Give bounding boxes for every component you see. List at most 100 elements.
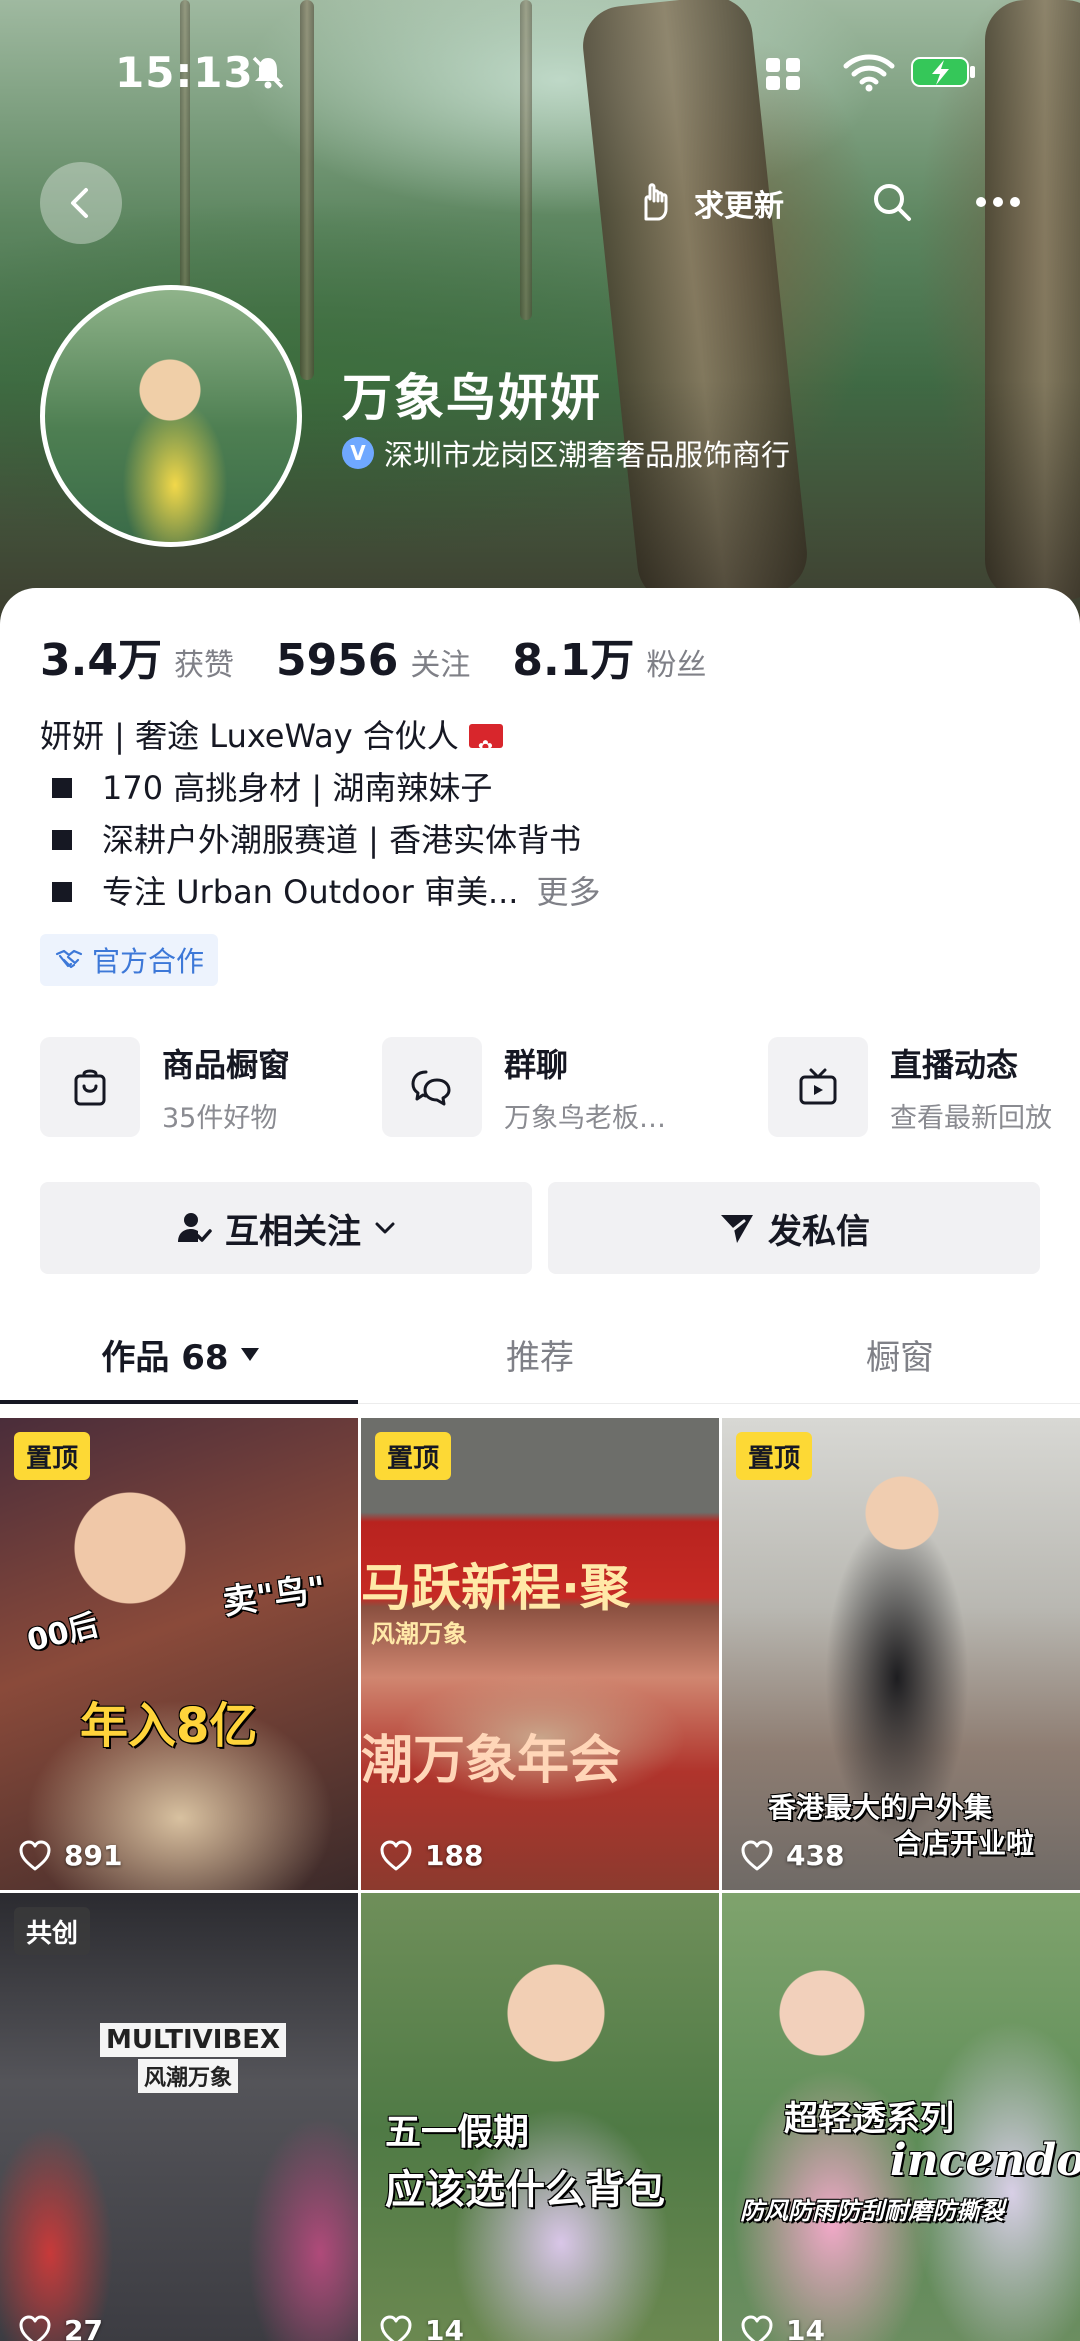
entry-live-title: 直播动态 bbox=[890, 1045, 1019, 1084]
profile-bio[interactable]: 妍妍 | 奢途 LuxeWay 合伙人 170 高挑身材 | 湖南辣妹子 深耕户… bbox=[40, 710, 1040, 918]
heart-icon bbox=[741, 2315, 773, 2341]
poke-hand-icon bbox=[644, 183, 668, 221]
co-creation-badge: 共创 bbox=[14, 1907, 91, 1955]
profile-entries: 商品橱窗 35件好物 群聊 万象鸟老板… 直播动态 查看最新回放 bbox=[40, 1032, 1080, 1142]
entry-shop-title: 商品橱窗 bbox=[162, 1045, 291, 1084]
video-caption: 00后 bbox=[23, 1607, 102, 1660]
tab-showcase-label: 橱窗 bbox=[866, 1337, 934, 1378]
tab-recommend[interactable]: 推荐 bbox=[360, 1304, 720, 1404]
tab-works-label: 作品 68 bbox=[101, 1337, 229, 1378]
profile-actions: 互相关注 发私信 bbox=[40, 1182, 1040, 1274]
official-cooperation-label: 官方合作 bbox=[92, 945, 205, 978]
active-tab-indicator bbox=[0, 1400, 358, 1404]
video-caption: incendo bbox=[890, 2135, 1080, 2186]
video-caption: 合店开业啦 bbox=[894, 1827, 1035, 1860]
entry-live-updates[interactable]: 直播动态 查看最新回放 bbox=[768, 1032, 1052, 1142]
heart-icon bbox=[380, 1840, 412, 1870]
video-thumbnail[interactable]: 置顶 马跃新程·聚 风潮万象 潮万象年会 188 bbox=[361, 1418, 719, 1890]
heart-icon bbox=[741, 1840, 773, 1870]
chevron-down-icon bbox=[375, 1222, 395, 1234]
entry-shop-window[interactable]: 商品橱窗 35件好物 bbox=[40, 1032, 290, 1142]
video-thumbnail[interactable]: 置顶 00后 卖"鸟" 年入8亿 891 bbox=[0, 1418, 358, 1890]
video-caption: MULTIVIBEX bbox=[100, 2023, 287, 2057]
video-likes: 14 bbox=[740, 2314, 825, 2341]
bio-line: 专注 Urban Outdoor 审美... 更多 bbox=[40, 866, 1040, 918]
video-caption: 风潮万象 bbox=[371, 1620, 467, 1648]
bio-line-1: 妍妍 | 奢途 LuxeWay 合伙人 bbox=[40, 717, 459, 755]
tab-works[interactable]: 作品 68 bbox=[0, 1304, 360, 1404]
bio-more-link[interactable]: 更多 bbox=[536, 866, 600, 918]
back-button[interactable] bbox=[40, 162, 122, 244]
request-update-button[interactable]: 求更新 bbox=[612, 164, 812, 242]
video-likes: 14 bbox=[379, 2314, 464, 2341]
bio-line-2: 170 高挑身材 | 湖南辣妹子 bbox=[102, 769, 493, 807]
mutual-follow-button[interactable]: 互相关注 bbox=[40, 1182, 532, 1274]
content-tabs: 作品 68 推荐 橱窗 bbox=[0, 1304, 1080, 1404]
pinned-badge: 置顶 bbox=[14, 1432, 91, 1480]
status-bar: 15:13 bbox=[0, 40, 1080, 110]
video-caption: 五一假期 bbox=[385, 2112, 530, 2153]
pinned-badge: 置顶 bbox=[375, 1432, 452, 1480]
hong-kong-flag-icon bbox=[468, 722, 503, 774]
stat-following[interactable]: 5956 关注 bbox=[276, 635, 470, 686]
bio-line-3: 深耕户外潮服赛道 | 香港实体背书 bbox=[102, 821, 582, 859]
entry-group-chat[interactable]: 群聊 万象鸟老板… bbox=[382, 1032, 666, 1142]
video-caption: 马跃新程·聚 bbox=[361, 1559, 630, 1617]
video-likes: 27 bbox=[18, 2314, 103, 2341]
stat-followers[interactable]: 8.1万 粉丝 bbox=[512, 624, 706, 688]
bio-line-4: 专注 Urban Outdoor 审美... bbox=[102, 873, 519, 911]
profile-stats: 3.4万 获赞 5956 关注 8.1万 粉丝 bbox=[40, 624, 748, 688]
tv-icon bbox=[799, 1068, 837, 1105]
caret-down-icon bbox=[240, 1347, 259, 1361]
chevron-left-icon bbox=[71, 188, 88, 218]
stat-likes[interactable]: 3.4万 获赞 bbox=[40, 624, 234, 688]
video-likes: 188 bbox=[379, 1839, 483, 1872]
handshake-icon bbox=[55, 949, 83, 969]
video-caption: 风潮万象 bbox=[138, 2059, 239, 2093]
tab-showcase[interactable]: 橱窗 bbox=[720, 1304, 1080, 1404]
bullet-square-icon bbox=[52, 830, 72, 850]
wifi-icon bbox=[843, 54, 895, 92]
more-options-button[interactable] bbox=[958, 162, 1038, 242]
bullet-square-icon bbox=[52, 778, 72, 798]
entry-live-subtitle: 查看最新回放 bbox=[890, 1102, 1052, 1134]
search-icon bbox=[874, 184, 911, 221]
verified-icon: V bbox=[342, 437, 374, 469]
heart-icon bbox=[19, 1840, 51, 1870]
video-thumbnail[interactable]: 五一假期 应该选什么背包 14 bbox=[361, 1893, 719, 2341]
mutual-follow-label: 互相关注 bbox=[225, 1211, 361, 1252]
like-count: 27 bbox=[64, 2314, 103, 2341]
stat-following-label: 关注 bbox=[410, 648, 471, 683]
stat-followers-label: 粉丝 bbox=[646, 648, 707, 683]
send-message-button[interactable]: 发私信 bbox=[548, 1182, 1040, 1274]
search-button[interactable] bbox=[852, 162, 932, 242]
avatar[interactable] bbox=[40, 285, 302, 547]
tab-recommend-label: 推荐 bbox=[506, 1337, 574, 1378]
like-count: 891 bbox=[64, 1839, 123, 1872]
video-thumbnail[interactable]: 共创 MULTIVIBEX 风潮万象 27 bbox=[0, 1893, 358, 2341]
video-thumbnail[interactable]: 置顶 香港最大的户外集 合店开业啦 438 bbox=[722, 1418, 1080, 1890]
video-caption: 卖"鸟" bbox=[220, 1568, 329, 1623]
video-caption: 应该选什么背包 bbox=[385, 2167, 665, 2213]
like-count: 14 bbox=[425, 2314, 464, 2341]
pinned-badge: 置顶 bbox=[736, 1432, 813, 1480]
stat-likes-value: 3.4万 bbox=[40, 635, 162, 686]
signal-icon bbox=[766, 58, 800, 90]
chat-bubbles-icon bbox=[411, 1070, 451, 1106]
like-count: 438 bbox=[786, 1839, 845, 1872]
battery-charging-icon bbox=[911, 57, 975, 87]
send-plane-icon bbox=[721, 1215, 753, 1243]
mute-bell-icon bbox=[252, 56, 284, 89]
video-likes: 891 bbox=[18, 1839, 122, 1872]
video-caption: 防风防雨防刮耐磨防撕裂 bbox=[740, 2197, 1004, 2225]
stat-followers-value: 8.1万 bbox=[512, 635, 635, 686]
video-caption: 年入8亿 bbox=[80, 1698, 258, 1754]
profile-sheet: 3.4万 获赞 5956 关注 8.1万 粉丝 妍妍 | 奢途 LuxeWay … bbox=[0, 588, 1080, 2341]
video-thumbnail[interactable]: 超轻透系列 incendo 防风防雨防刮耐磨防撕裂 14 bbox=[722, 1893, 1080, 2341]
video-likes: 438 bbox=[740, 1839, 844, 1872]
stat-following-value: 5956 bbox=[275, 635, 399, 686]
request-update-label: 求更新 bbox=[694, 189, 784, 224]
entry-chat-subtitle: 万象鸟老板… bbox=[504, 1102, 666, 1134]
official-cooperation-tag[interactable]: 官方合作 bbox=[40, 934, 219, 986]
like-count: 14 bbox=[786, 2314, 825, 2341]
